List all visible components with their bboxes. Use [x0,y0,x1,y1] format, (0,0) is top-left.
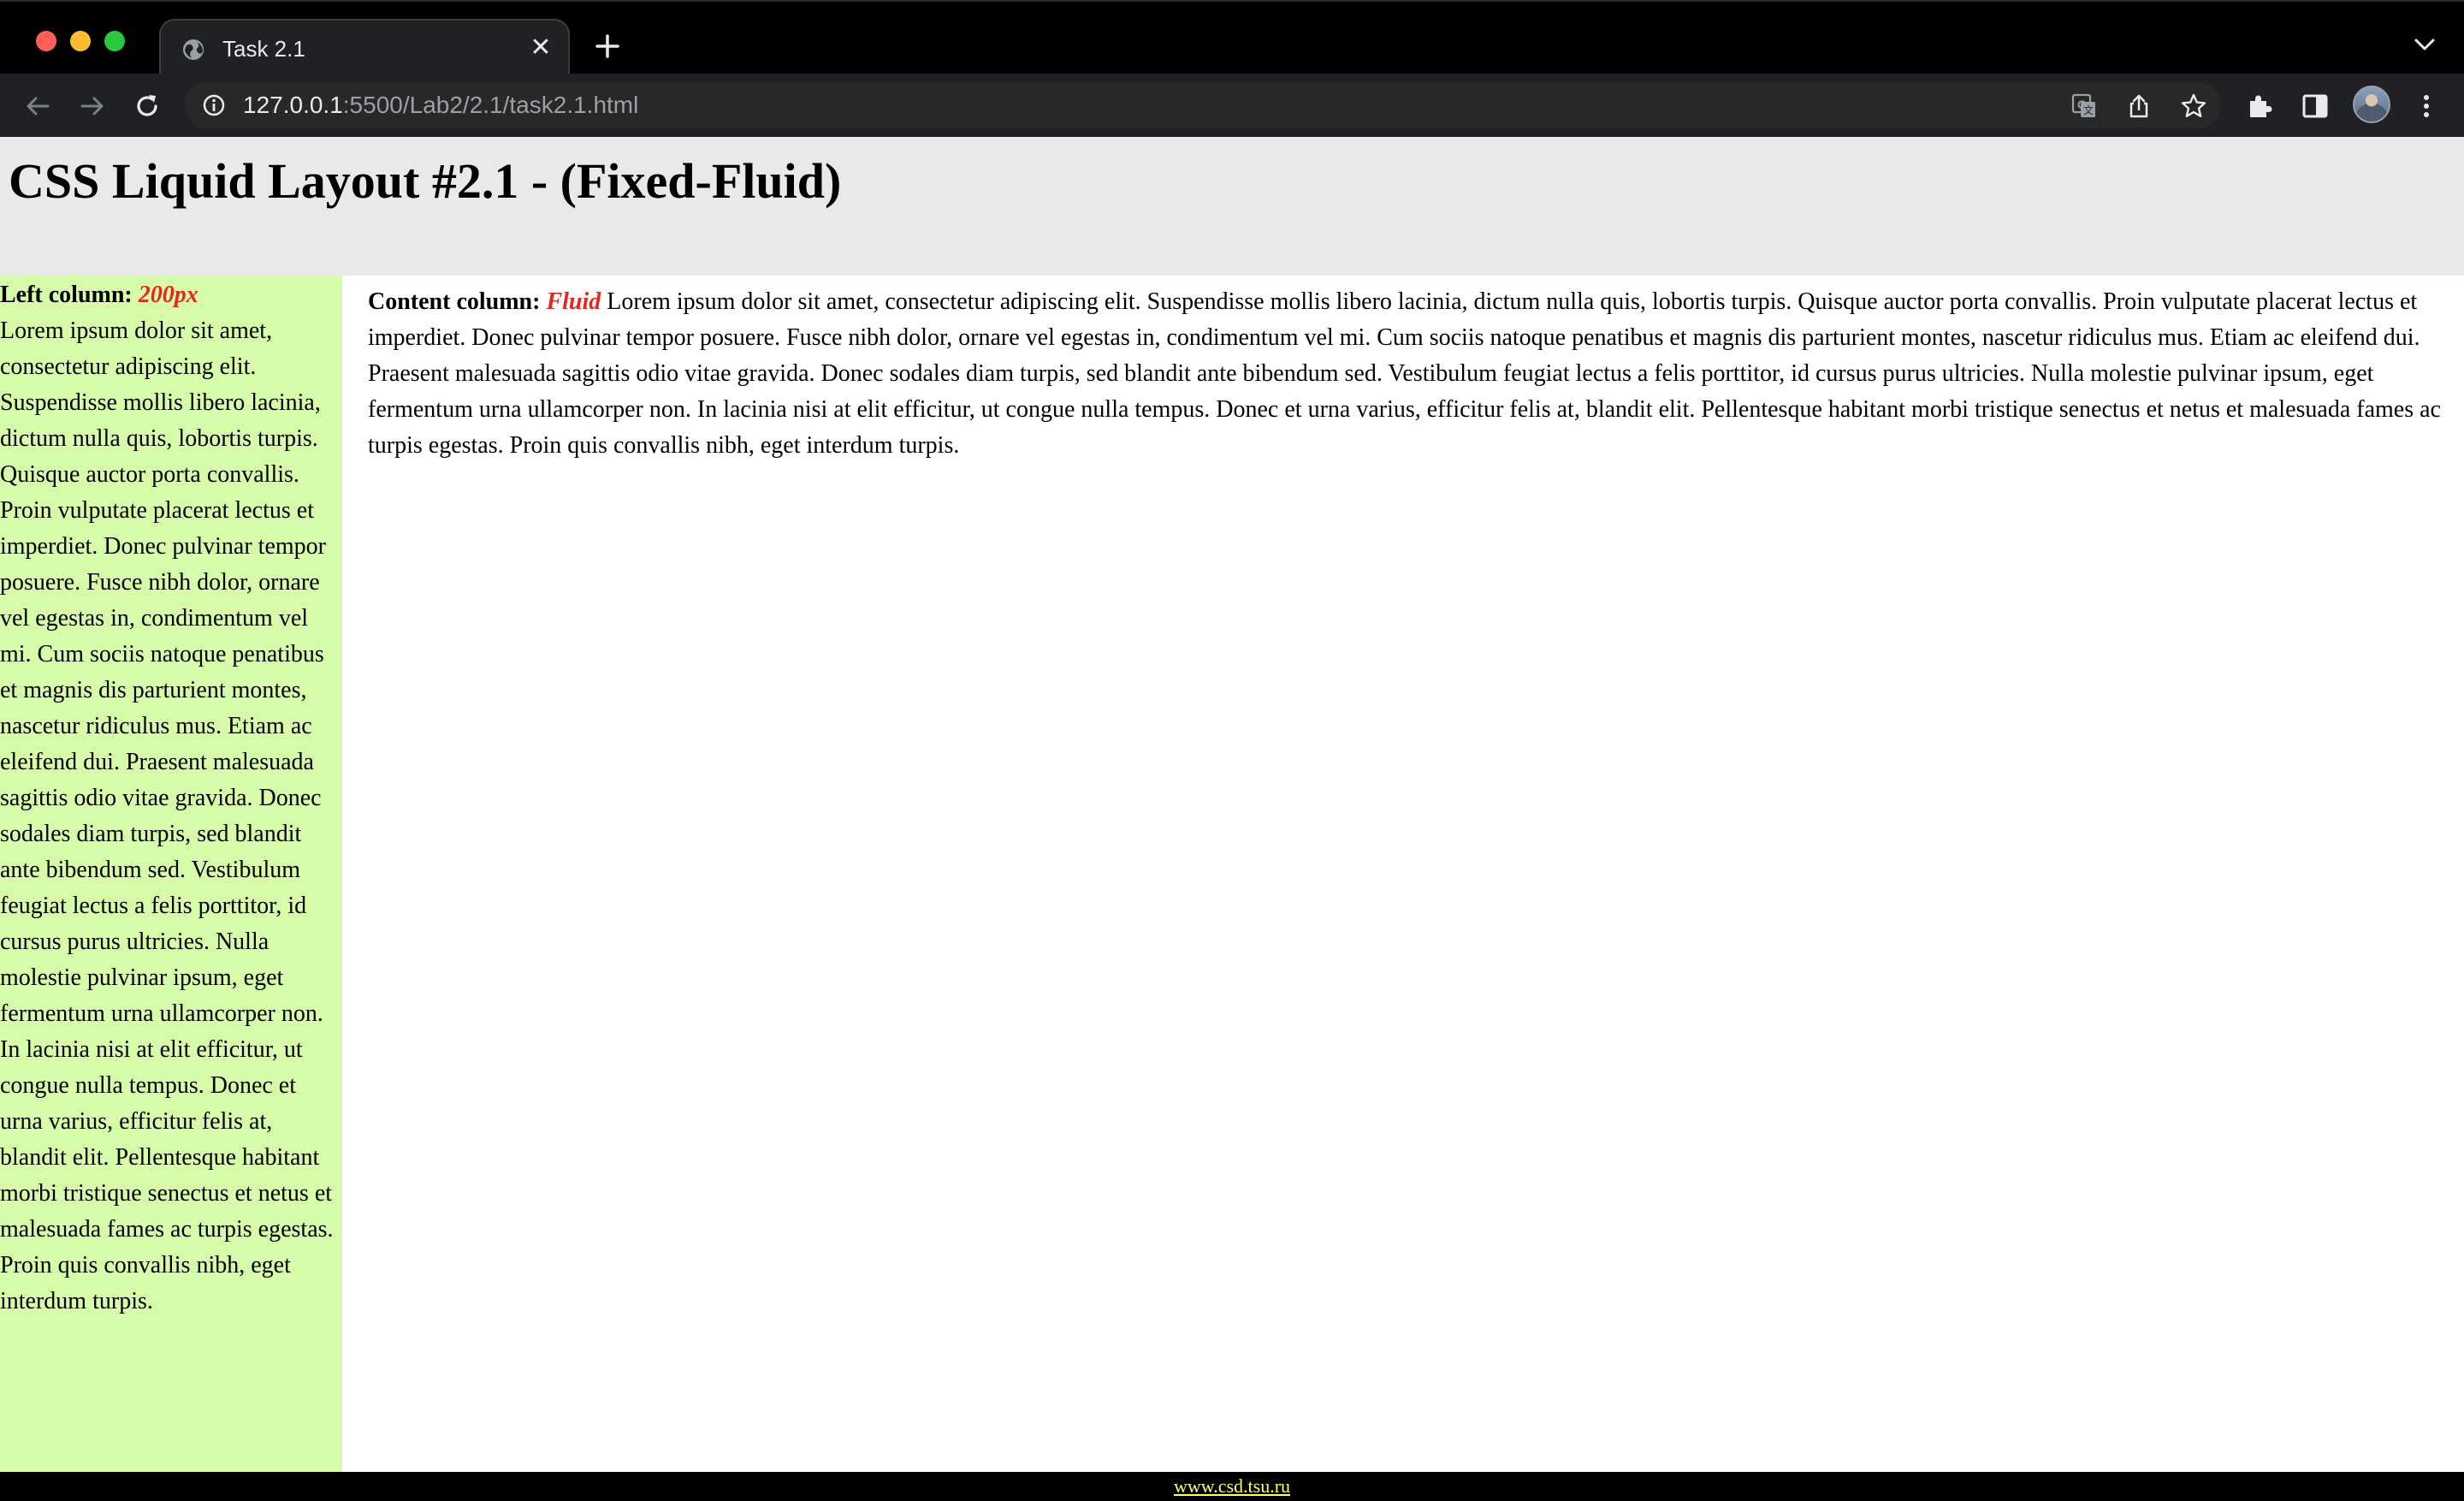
page-header: CSS Liquid Layout #2.1 - (Fixed-Fluid) [0,137,2464,276]
translate-icon[interactable]: G 文 [2070,92,2098,120]
page-footer: www.csd.tsu.ru [0,1472,2464,1501]
new-tab-icon[interactable] [590,29,625,63]
browser-window: Task 2.1 ✕ 127.0.0.1:5500/Lab2/2.1/task2… [0,0,2464,1501]
content-column-text: Content column: Fluid Lorem ipsum dolor … [368,284,2447,464]
side-panel-icon[interactable] [2300,91,2331,122]
content-column-body: Lorem ipsum dolor sit amet, consectetur … [368,288,2441,459]
url-text[interactable]: 127.0.0.1:5500/Lab2/2.1/task2.1.html [243,90,638,121]
footer-link[interactable]: www.csd.tsu.ru [1174,1475,1290,1497]
kebab-menu-icon[interactable] [2411,91,2442,122]
info-icon[interactable] [202,93,226,117]
tab-task[interactable]: Task 2.1 ✕ [159,19,570,75]
content-column-width: Fluid [546,288,601,315]
content-column-label: Content column: [368,288,541,315]
url-host: 127.0.0.1 [243,92,343,118]
svg-text:文: 文 [2083,104,2094,116]
close-tab-icon[interactable]: ✕ [525,33,556,63]
left-column-width: 200px [138,282,198,308]
address-bar[interactable]: 127.0.0.1:5500/Lab2/2.1/task2.1.html G 文 [185,82,2221,128]
profile-avatar[interactable] [2353,86,2390,123]
browser-toolbar: 127.0.0.1:5500/Lab2/2.1/task2.1.html G 文 [0,74,2464,137]
reload-icon[interactable] [130,89,164,123]
globe-icon [181,38,205,62]
arrow-right-icon[interactable] [75,89,110,123]
left-column-text: Left column: 200px Lorem ipsum dolor sit … [0,277,342,1320]
left-column: Left column: 200px Lorem ipsum dolor sit … [0,276,342,1472]
star-icon[interactable] [2180,92,2207,120]
tab-strip: Task 2.1 ✕ [0,0,2464,75]
left-column-label: Left column: [0,282,133,308]
close-window-button[interactable] [36,31,56,51]
left-column-body: Lorem ipsum dolor sit amet, consectetur … [0,317,334,1314]
content-column: Content column: Fluid Lorem ipsum dolor … [368,284,2447,464]
page-viewport: CSS Liquid Layout #2.1 - (Fixed-Fluid) L… [0,137,2464,1501]
arrow-left-icon[interactable] [21,89,55,123]
page-title: CSS Liquid Layout #2.1 - (Fixed-Fluid) [9,153,842,209]
share-icon[interactable] [2125,92,2153,120]
maximize-window-button[interactable] [104,31,125,51]
puzzle-icon[interactable] [2245,91,2276,122]
tab-title: Task 2.1 [222,36,305,62]
url-path: :5500/Lab2/2.1/task2.1.html [342,92,639,118]
minimize-window-button[interactable] [70,31,91,51]
chevron-down-icon[interactable] [2411,33,2438,56]
